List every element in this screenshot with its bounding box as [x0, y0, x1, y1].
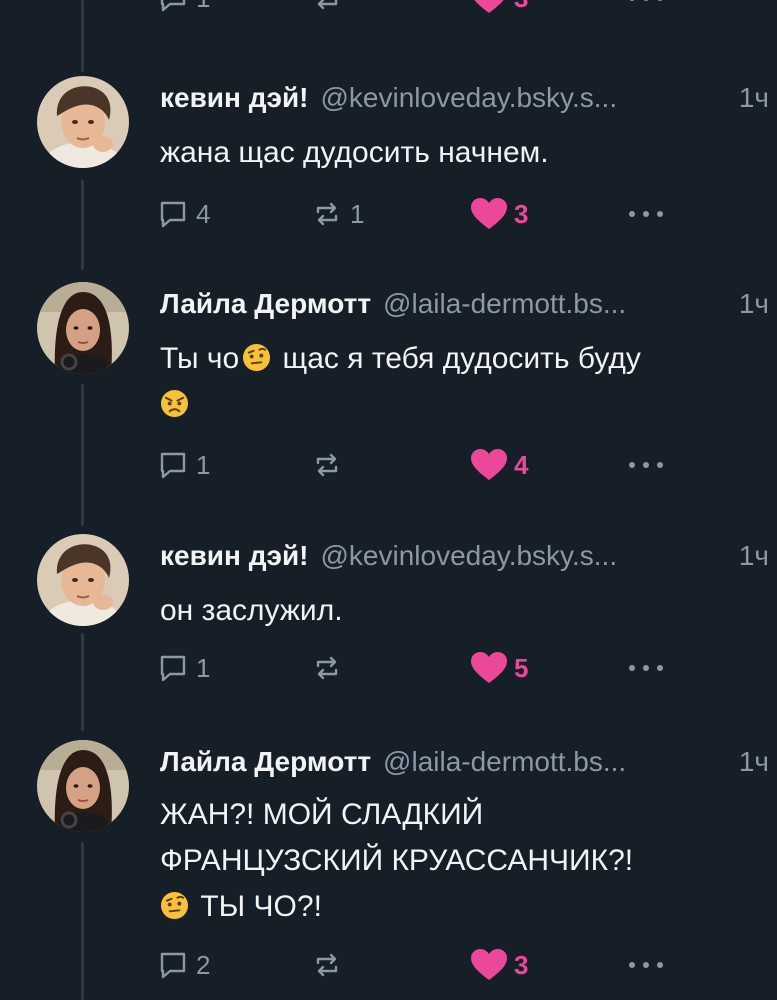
- speech-bubble-icon: [160, 452, 186, 479]
- ellipsis-icon: [629, 462, 663, 468]
- reply-count: 1: [196, 652, 211, 683]
- face-with-raised-eyebrow-emoji: [160, 891, 189, 920]
- like-button[interactable]: 3: [470, 945, 528, 985]
- face-with-raised-eyebrow-emoji: [243, 343, 271, 372]
- speech-bubble-icon: [160, 0, 186, 12]
- speech-bubble-icon: [160, 952, 186, 979]
- heart-icon: [471, 198, 507, 229]
- repost-arrows-icon: [316, 656, 338, 680]
- angry-face-emoji: [160, 389, 189, 418]
- post-time: 1ч: [738, 746, 769, 777]
- avatar[interactable]: [37, 534, 129, 626]
- avatar[interactable]: [37, 76, 129, 168]
- post-header: Лайла Дермотт @laila-dermott.bs... 1ч: [160, 746, 769, 782]
- like-button[interactable]: 3: [470, 0, 528, 18]
- post-actions: 1 5: [158, 648, 678, 688]
- avatar[interactable]: [37, 282, 129, 374]
- like-button[interactable]: 4: [470, 445, 528, 485]
- like-count: 3: [514, 949, 529, 980]
- heart-icon: [471, 449, 507, 480]
- repost-arrows-icon: [316, 202, 338, 226]
- repost-button[interactable]: [312, 0, 342, 18]
- author-handle[interactable]: @laila-dermott.bs...: [383, 746, 729, 778]
- post-text: жана щас дудосить начнем.: [160, 130, 757, 176]
- post-text: он заслужил.: [160, 588, 757, 634]
- like-button[interactable]: 5: [470, 648, 528, 688]
- reply-count: 1: [196, 0, 210, 14]
- previous-post-actions: 1 3: [158, 0, 678, 18]
- heart-icon: [474, 0, 504, 13]
- thread-line: [81, 384, 84, 526]
- post-header: кевин дэй! @kevinloveday.bsky.s... 1ч: [160, 540, 769, 576]
- speech-bubble-icon: [160, 655, 186, 682]
- post-text-part: Ты чо: [160, 342, 240, 375]
- repost-button[interactable]: [312, 648, 350, 688]
- post-text-body: он заслужил.: [160, 594, 343, 627]
- author-name[interactable]: Лайла Дермотт: [160, 288, 371, 320]
- post-text-line: ФРАНЦУЗСКИЙ КРУАССАНЧИК?!: [160, 844, 634, 877]
- post-text-part: щас я тебя дудосить буду: [274, 342, 641, 375]
- post-time: 1ч: [738, 288, 769, 319]
- repost-arrows-icon: [317, 0, 338, 10]
- like-count: 5: [514, 652, 529, 683]
- post-text: ЖАН?! МОЙ СЛАДКИЙ ФРАНЦУЗСКИЙ КРУАССАНЧИ…: [160, 792, 757, 930]
- post-time: 1ч: [738, 82, 769, 113]
- post-actions: 2 3: [158, 945, 678, 985]
- reply-button[interactable]: 2: [158, 945, 210, 985]
- more-options-button[interactable]: [626, 648, 666, 688]
- post-text-line: ЖАН?! МОЙ СЛАДКИЙ: [160, 798, 484, 831]
- post-header: кевин дэй! @kevinloveday.bsky.s... 1ч: [160, 82, 769, 118]
- post-time: 1ч: [738, 540, 769, 571]
- like-button[interactable]: 3: [470, 194, 528, 234]
- reply-count: 1: [196, 449, 211, 480]
- like-count: 3: [514, 0, 528, 14]
- ellipsis-icon: [629, 0, 663, 1]
- thread-line: [81, 180, 84, 270]
- post-text-line: ТЫ ЧО?!: [192, 890, 322, 923]
- post-actions: 4 1 3: [158, 194, 678, 234]
- like-count: 3: [514, 198, 529, 229]
- author-name[interactable]: Лайла Дермотт: [160, 746, 371, 778]
- repost-button[interactable]: [312, 945, 350, 985]
- ellipsis-icon: [629, 665, 663, 671]
- heart-icon: [471, 652, 507, 683]
- author-handle[interactable]: @kevinloveday.bsky.s...: [320, 540, 728, 572]
- post-text: Ты чо щас я тебя дудосить буду: [160, 336, 757, 428]
- author-handle[interactable]: @kevinloveday.bsky.s...: [320, 82, 728, 114]
- repost-button[interactable]: 1: [312, 194, 364, 234]
- avatar[interactable]: [37, 740, 129, 832]
- reply-button[interactable]: 1: [158, 445, 210, 485]
- reply-count: 2: [196, 949, 211, 980]
- post-text-body: жана щас дудосить начнем.: [160, 136, 549, 169]
- thread-line: [81, 0, 84, 72]
- author-name[interactable]: кевин дэй!: [160, 82, 308, 114]
- author-name[interactable]: кевин дэй!: [160, 540, 308, 572]
- repost-arrows-icon: [316, 453, 338, 477]
- repost-count: 1: [350, 198, 365, 229]
- reply-button[interactable]: 1: [158, 648, 210, 688]
- author-handle[interactable]: @laila-dermott.bs...: [383, 288, 729, 320]
- reply-button[interactable]: 4: [158, 194, 210, 234]
- more-options-button[interactable]: [626, 0, 666, 18]
- repost-button[interactable]: [312, 445, 350, 485]
- reply-button[interactable]: 1: [158, 0, 210, 18]
- more-options-button[interactable]: [626, 445, 666, 485]
- more-options-button[interactable]: [626, 194, 666, 234]
- ellipsis-icon: [629, 962, 663, 968]
- post-actions: 1 4: [158, 445, 678, 485]
- thread-line: [81, 633, 84, 731]
- heart-icon: [471, 949, 507, 980]
- ellipsis-icon: [629, 211, 663, 217]
- reply-count: 4: [196, 198, 211, 229]
- like-count: 4: [514, 449, 529, 480]
- speech-bubble-icon: [160, 201, 186, 228]
- post-header: Лайла Дермотт @laila-dermott.bs... 1ч: [160, 288, 769, 324]
- thread-line: [81, 842, 84, 1000]
- repost-arrows-icon: [316, 953, 338, 977]
- more-options-button[interactable]: [626, 945, 666, 985]
